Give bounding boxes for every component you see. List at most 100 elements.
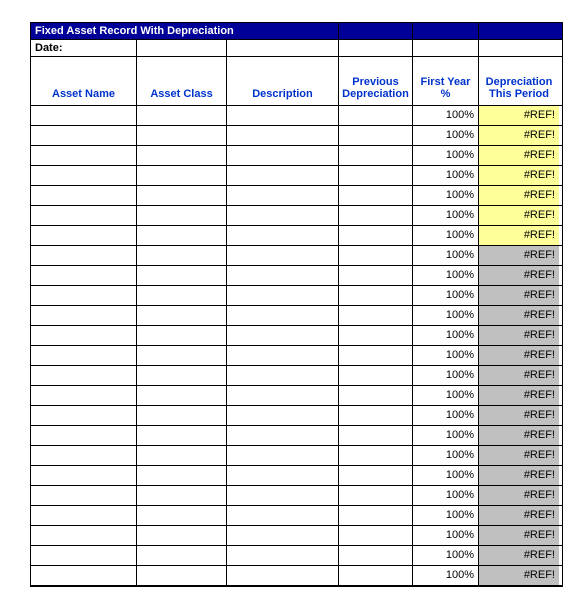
cell-description[interactable]	[227, 206, 339, 225]
cell-depreciation-this-period[interactable]: #REF!	[479, 226, 559, 245]
cell-description[interactable]	[227, 326, 339, 345]
cell-asset-class[interactable]	[137, 466, 227, 485]
cell-first-year-pct[interactable]: 100%	[413, 126, 479, 145]
cell-previous-depreciation[interactable]	[339, 146, 413, 165]
cell-asset-class[interactable]	[137, 286, 227, 305]
cell-previous-depreciation[interactable]	[339, 406, 413, 425]
cell-previous-depreciation[interactable]	[339, 386, 413, 405]
cell-first-year-pct[interactable]: 100%	[413, 566, 479, 585]
cell-previous-depreciation[interactable]	[339, 226, 413, 245]
cell-previous-depreciation[interactable]	[339, 326, 413, 345]
cell-depreciation-this-period[interactable]: #REF!	[479, 386, 559, 405]
cell-asset-name[interactable]	[31, 406, 137, 425]
cell-description[interactable]	[227, 426, 339, 445]
cell-previous-depreciation[interactable]	[339, 446, 413, 465]
cell-first-year-pct[interactable]: 100%	[413, 326, 479, 345]
date-value[interactable]	[137, 40, 227, 56]
cell-previous-depreciation[interactable]	[339, 186, 413, 205]
cell-first-year-pct[interactable]: 100%	[413, 246, 479, 265]
cell-asset-name[interactable]	[31, 246, 137, 265]
cell-depreciation-this-period[interactable]: #REF!	[479, 206, 559, 225]
cell-asset-class[interactable]	[137, 386, 227, 405]
cell-asset-class[interactable]	[137, 246, 227, 265]
cell-description[interactable]	[227, 466, 339, 485]
cell-asset-class[interactable]	[137, 226, 227, 245]
cell-depreciation-this-period[interactable]: #REF!	[479, 546, 559, 565]
cell-description[interactable]	[227, 146, 339, 165]
cell-asset-name[interactable]	[31, 506, 137, 525]
cell-asset-class[interactable]	[137, 526, 227, 545]
cell-depreciation-this-period[interactable]: #REF!	[479, 246, 559, 265]
cell-description[interactable]	[227, 246, 339, 265]
cell-previous-depreciation[interactable]	[339, 426, 413, 445]
cell-description[interactable]	[227, 526, 339, 545]
cell-description[interactable]	[227, 126, 339, 145]
cell-first-year-pct[interactable]: 100%	[413, 486, 479, 505]
cell-depreciation-this-period[interactable]: #REF!	[479, 566, 559, 585]
cell-asset-name[interactable]	[31, 426, 137, 445]
cell-previous-depreciation[interactable]	[339, 346, 413, 365]
cell-asset-class[interactable]	[137, 566, 227, 585]
cell-depreciation-this-period[interactable]: #REF!	[479, 326, 559, 345]
cell-first-year-pct[interactable]: 100%	[413, 346, 479, 365]
cell-first-year-pct[interactable]: 100%	[413, 146, 479, 165]
cell-asset-name[interactable]	[31, 206, 137, 225]
cell-previous-depreciation[interactable]	[339, 466, 413, 485]
cell-asset-class[interactable]	[137, 326, 227, 345]
cell-description[interactable]	[227, 226, 339, 245]
cell-first-year-pct[interactable]: 100%	[413, 106, 479, 125]
cell-first-year-pct[interactable]: 100%	[413, 206, 479, 225]
cell-previous-depreciation[interactable]	[339, 566, 413, 585]
cell-first-year-pct[interactable]: 100%	[413, 226, 479, 245]
cell-depreciation-this-period[interactable]: #REF!	[479, 506, 559, 525]
cell-asset-name[interactable]	[31, 546, 137, 565]
cell-description[interactable]	[227, 406, 339, 425]
cell-asset-name[interactable]	[31, 446, 137, 465]
cell-asset-name[interactable]	[31, 466, 137, 485]
cell-asset-class[interactable]	[137, 266, 227, 285]
cell-description[interactable]	[227, 366, 339, 385]
cell-description[interactable]	[227, 186, 339, 205]
cell-asset-class[interactable]	[137, 186, 227, 205]
cell-previous-depreciation[interactable]	[339, 526, 413, 545]
cell-first-year-pct[interactable]: 100%	[413, 166, 479, 185]
cell-first-year-pct[interactable]: 100%	[413, 526, 479, 545]
cell-previous-depreciation[interactable]	[339, 286, 413, 305]
cell-first-year-pct[interactable]: 100%	[413, 446, 479, 465]
cell-previous-depreciation[interactable]	[339, 546, 413, 565]
cell-first-year-pct[interactable]: 100%	[413, 426, 479, 445]
cell-previous-depreciation[interactable]	[339, 166, 413, 185]
cell-depreciation-this-period[interactable]: #REF!	[479, 446, 559, 465]
cell-description[interactable]	[227, 546, 339, 565]
cell-previous-depreciation[interactable]	[339, 306, 413, 325]
cell-first-year-pct[interactable]: 100%	[413, 466, 479, 485]
cell-first-year-pct[interactable]: 100%	[413, 546, 479, 565]
cell-asset-name[interactable]	[31, 306, 137, 325]
cell-first-year-pct[interactable]: 100%	[413, 386, 479, 405]
cell-asset-class[interactable]	[137, 206, 227, 225]
cell-asset-name[interactable]	[31, 346, 137, 365]
cell-asset-name[interactable]	[31, 186, 137, 205]
cell-description[interactable]	[227, 486, 339, 505]
cell-previous-depreciation[interactable]	[339, 506, 413, 525]
cell-asset-class[interactable]	[137, 106, 227, 125]
cell-asset-name[interactable]	[31, 266, 137, 285]
cell-asset-name[interactable]	[31, 226, 137, 245]
cell-previous-depreciation[interactable]	[339, 106, 413, 125]
cell-description[interactable]	[227, 306, 339, 325]
cell-asset-name[interactable]	[31, 106, 137, 125]
cell-asset-name[interactable]	[31, 326, 137, 345]
cell-asset-class[interactable]	[137, 306, 227, 325]
cell-asset-name[interactable]	[31, 126, 137, 145]
cell-first-year-pct[interactable]: 100%	[413, 366, 479, 385]
cell-asset-class[interactable]	[137, 166, 227, 185]
cell-depreciation-this-period[interactable]: #REF!	[479, 146, 559, 165]
cell-depreciation-this-period[interactable]: #REF!	[479, 366, 559, 385]
cell-first-year-pct[interactable]: 100%	[413, 186, 479, 205]
cell-depreciation-this-period[interactable]: #REF!	[479, 346, 559, 365]
cell-asset-name[interactable]	[31, 166, 137, 185]
cell-first-year-pct[interactable]: 100%	[413, 286, 479, 305]
cell-first-year-pct[interactable]: 100%	[413, 506, 479, 525]
cell-description[interactable]	[227, 566, 339, 585]
cell-description[interactable]	[227, 446, 339, 465]
